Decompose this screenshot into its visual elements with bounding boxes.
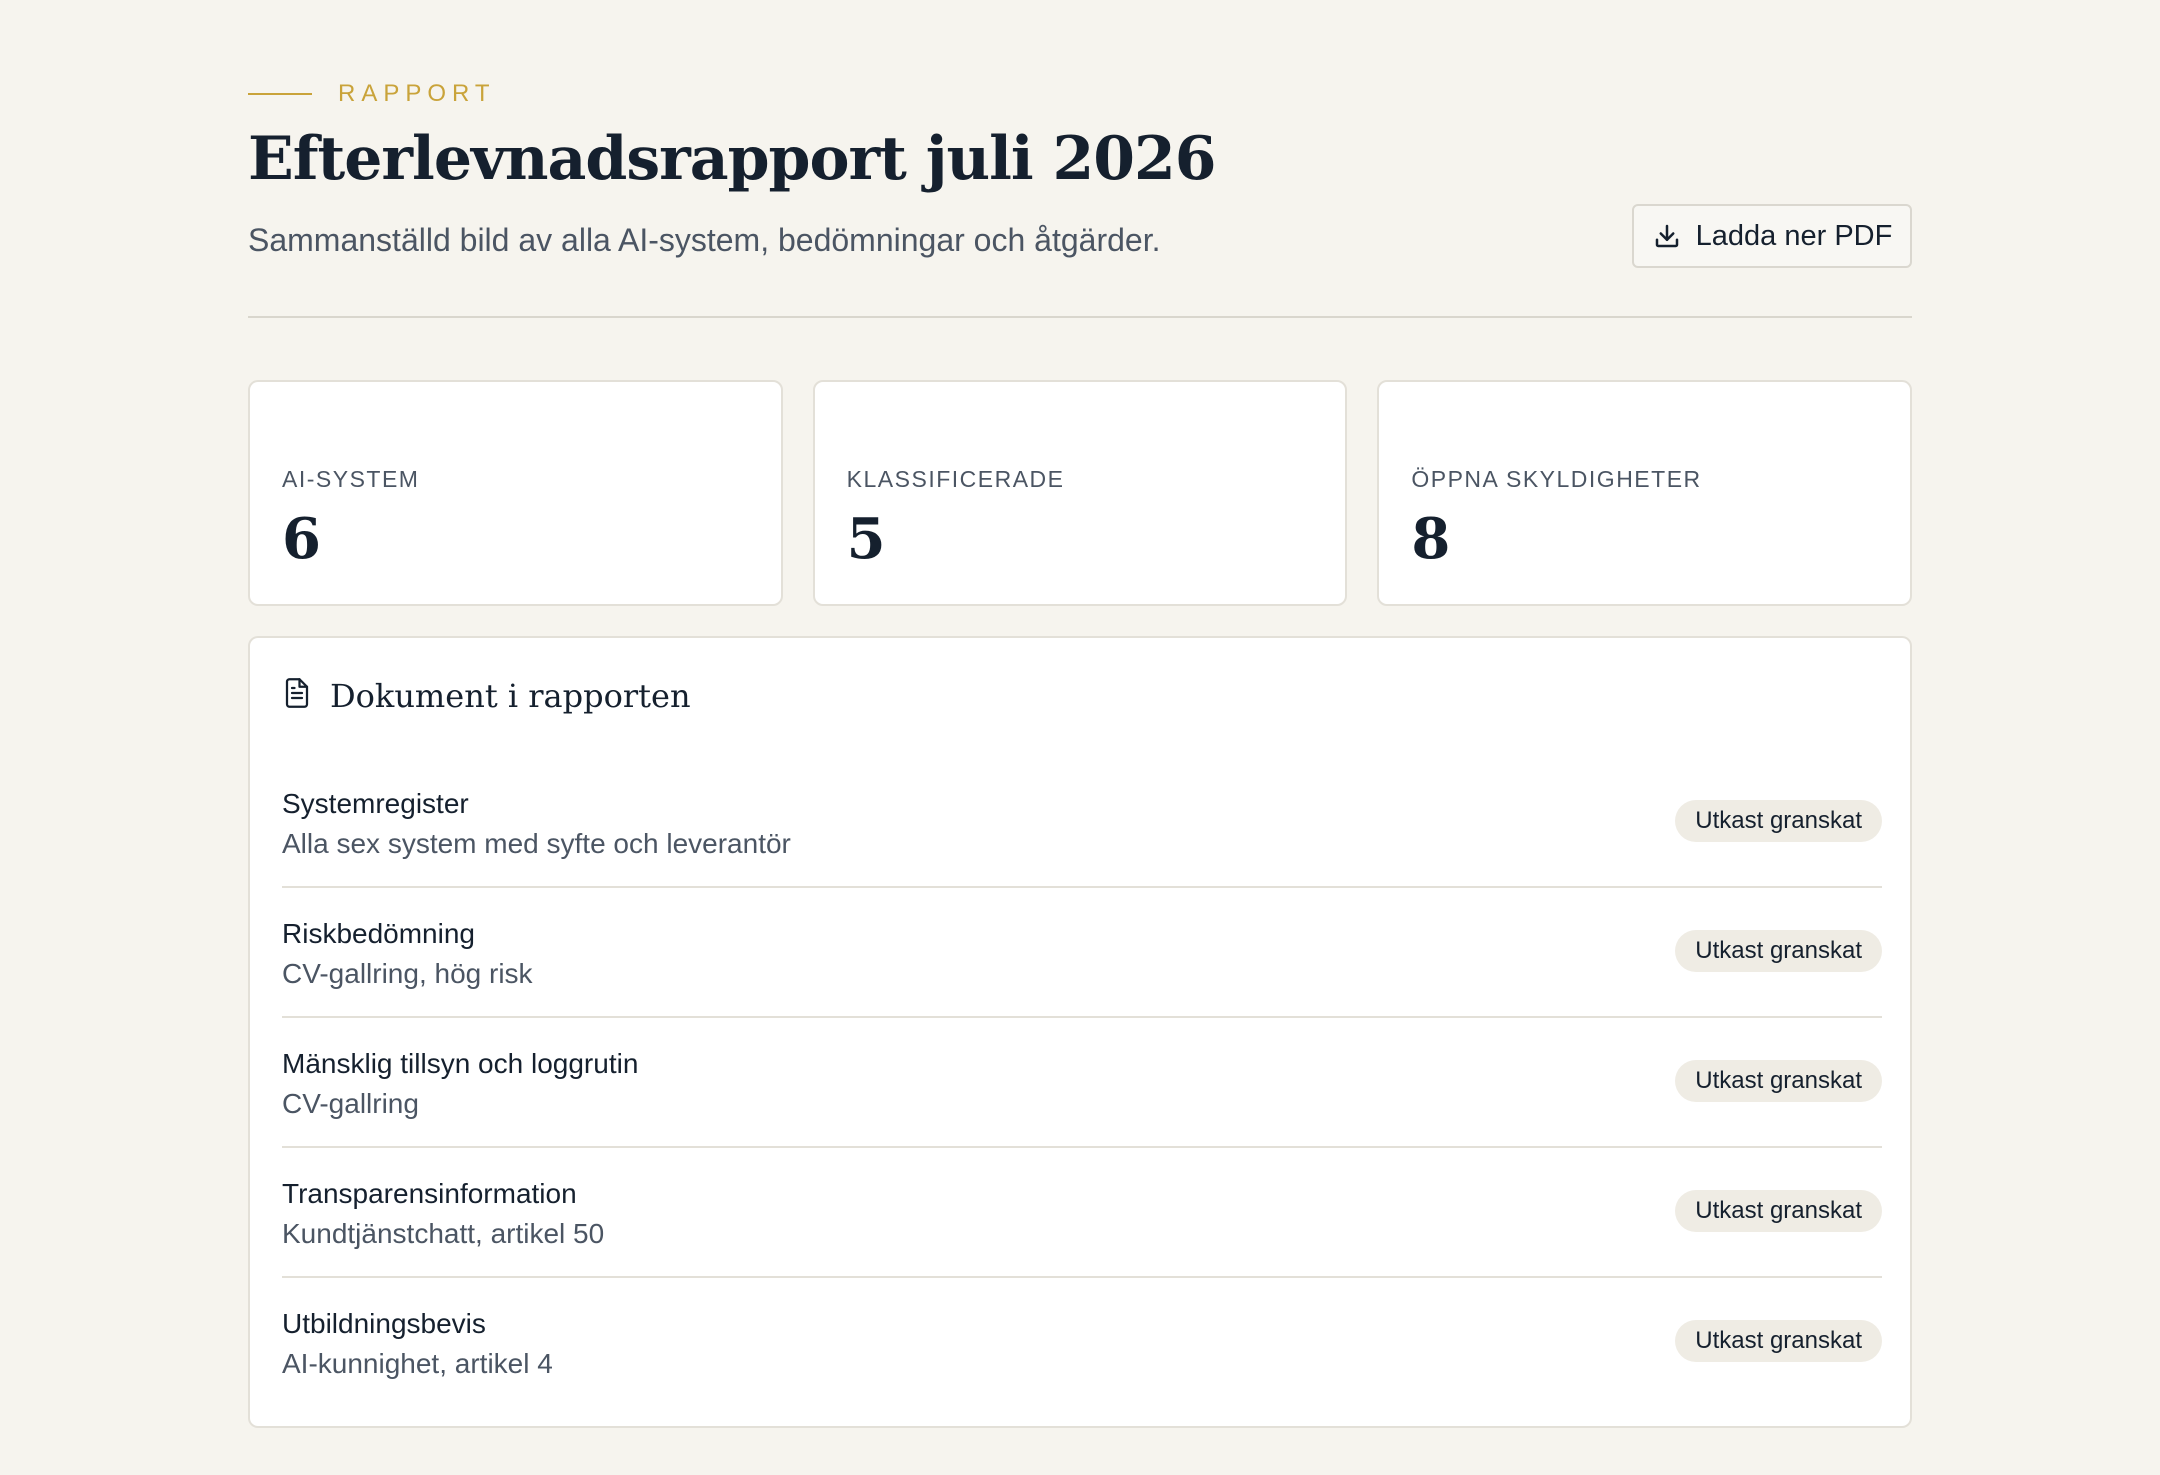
stat-label: AI-SYSTEM (282, 466, 420, 492)
documents-card: Dokument i rapporten Systemregister Alla… (248, 636, 1912, 1428)
stat-card-ai-system: AI-SYSTEM 6 (248, 380, 783, 606)
document-list: Systemregister Alla sex system med syfte… (282, 758, 1882, 1408)
page-subtitle: Sammanställd bild av alla AI-system, bed… (248, 222, 1161, 258)
list-item[interactable]: Mänsklig tillsyn och loggrutin CV-gallri… (282, 1018, 1882, 1148)
document-name: Mänsklig tillsyn och loggrutin (282, 1048, 639, 1079)
download-pdf-button[interactable]: Ladda ner PDF (1632, 204, 1912, 268)
stat-label: ÖPPNA SKYLDIGHETER (1411, 466, 1702, 492)
stat-label: KLASSIFICERADE (846, 466, 1065, 492)
stat-value: 8 (1411, 506, 1451, 572)
list-item[interactable]: Riskbedömning CV-gallring, hög risk Utka… (282, 888, 1882, 1018)
stats-row: AI-SYSTEM 6 KLASSIFICERADE 5 ÖPPNA SKYLD… (248, 380, 1913, 606)
status-badge: Utkast granskat (1675, 1060, 1882, 1102)
document-description: CV-gallring (282, 1088, 419, 1119)
document-icon (282, 676, 312, 715)
status-badge: Utkast granskat (1675, 800, 1882, 842)
list-item[interactable]: Systemregister Alla sex system med syfte… (282, 758, 1882, 888)
status-badge: Utkast granskat (1675, 1320, 1882, 1362)
document-name: Systemregister (282, 788, 469, 819)
status-badge: Utkast granskat (1675, 1190, 1882, 1232)
download-pdf-label: Ladda ner PDF (1695, 219, 1893, 252)
document-name: Riskbedömning (282, 918, 475, 949)
document-description: Kundtjänstchatt, artikel 50 (282, 1218, 605, 1249)
stat-card-klassificerade: KLASSIFICERADE 5 (812, 380, 1348, 606)
stat-card-oppna-skyldigheter: ÖPPNA SKYLDIGHETER 8 (1377, 380, 1913, 606)
page-title: Efterlevnadsrapport juli 2026 (248, 124, 1217, 194)
documents-header: Dokument i rapporten (282, 676, 691, 715)
eyebrow: RAPPORT (248, 80, 496, 108)
documents-title: Dokument i rapporten (330, 676, 691, 715)
header-divider (248, 316, 1912, 318)
stat-value: 5 (846, 506, 886, 572)
eyebrow-label: RAPPORT (338, 80, 496, 107)
document-name: Transparensinformation (282, 1178, 577, 1209)
list-item[interactable]: Transparensinformation Kundtjänstchatt, … (282, 1148, 1882, 1278)
download-icon (1652, 221, 1682, 251)
stat-value: 6 (282, 506, 321, 572)
eyebrow-line (248, 93, 312, 95)
list-item[interactable]: Utbildningsbevis AI-kunnighet, artikel 4… (282, 1278, 1882, 1408)
document-description: Alla sex system med syfte och leverantör (282, 828, 791, 859)
document-description: AI-kunnighet, artikel 4 (282, 1348, 553, 1379)
document-description: CV-gallring, hög risk (282, 958, 533, 989)
status-badge: Utkast granskat (1675, 930, 1882, 972)
document-name: Utbildningsbevis (282, 1308, 486, 1339)
